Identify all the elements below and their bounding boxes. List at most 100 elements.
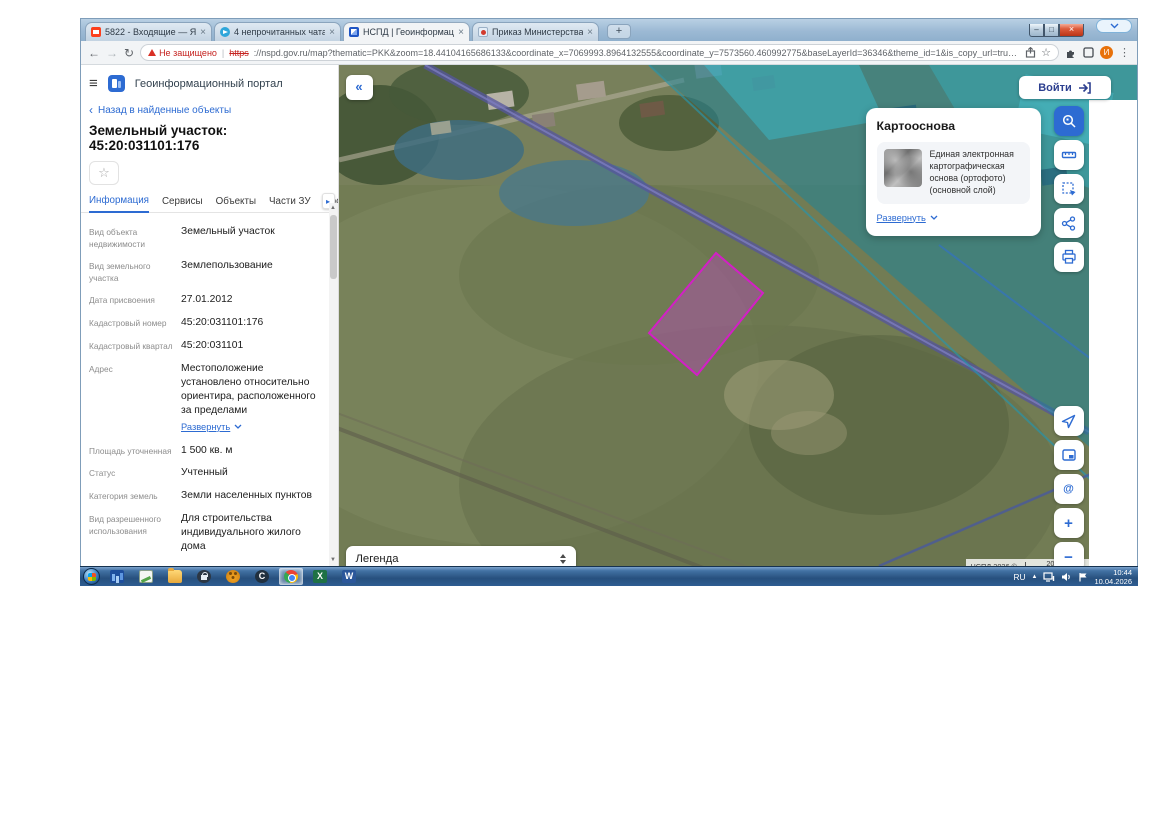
pond (499, 160, 649, 226)
share-icon[interactable] (1025, 47, 1036, 58)
field-row: СтатусУчтенный (89, 466, 324, 480)
extensions-puzzle-icon[interactable] (1065, 47, 1077, 59)
address-bar[interactable]: Не защищено | https ://nspd.gov.ru/map?t… (140, 44, 1059, 61)
taskbar-app-paw[interactable] (221, 568, 245, 585)
tab-objects[interactable]: Объекты (216, 196, 256, 212)
taskbar-excel[interactable]: X (308, 568, 332, 585)
yandex-mail-favicon (91, 27, 101, 37)
area-select-button[interactable] (1054, 174, 1084, 204)
at-sign-icon: @ (1063, 484, 1074, 495)
restore-button[interactable]: □ (1044, 24, 1059, 37)
clock-date: 10.04.2026 (1094, 577, 1132, 586)
scroll-down-icon[interactable]: ▼ (330, 557, 337, 564)
scrollbar-thumb[interactable] (330, 215, 337, 279)
taskbar-app-editor[interactable] (134, 568, 158, 585)
browser-titlebar[interactable]: 5822 - Входящие — Яндекс По × 4 непрочит… (81, 19, 1137, 41)
taskbar-clock[interactable]: 10:44 10.04.2026 (1094, 568, 1134, 586)
chevron-left-icon: ‹ (89, 104, 93, 116)
field-row: Дата присвоения27.01.2012 (89, 293, 324, 307)
collapse-sidebar-button[interactable]: « (346, 75, 373, 100)
locate-button[interactable] (1054, 406, 1084, 436)
print-button[interactable] (1054, 242, 1084, 272)
tab-title: 4 непрочитанных чата (234, 27, 325, 37)
browser-tab-prikaz[interactable]: Приказ Министерства строите × (472, 22, 599, 41)
security-warning[interactable]: Не защищено (148, 48, 217, 58)
window-controls: – □ × (1029, 24, 1084, 37)
forward-nav-icon[interactable]: → (106, 47, 118, 59)
share-map-button[interactable] (1054, 208, 1084, 238)
parcel-title: Земельный участок: 45:20:031101:176 (89, 123, 330, 153)
browser-toolbar: ← → ↻ Не защищено | https ://nspd.gov.ru… (81, 41, 1137, 65)
back-nav-icon[interactable]: ← (88, 47, 100, 59)
floating-chevron-button[interactable] (1096, 19, 1132, 33)
browser-tab-chats[interactable]: 4 непрочитанных чата × (214, 22, 341, 41)
chat-favicon (220, 27, 230, 37)
tab-services[interactable]: Сервисы (162, 196, 203, 212)
tab-close-icon[interactable]: × (458, 27, 464, 38)
minimize-button[interactable]: – (1029, 24, 1044, 37)
refresh-icon[interactable]: ↻ (124, 47, 134, 59)
sidebar-scrollbar[interactable]: ▲ ▼ (329, 203, 338, 566)
tab-information[interactable]: Информация (89, 195, 149, 213)
clock-time: 10:44 (1094, 568, 1132, 577)
expand-address-link[interactable]: Развернуть (181, 421, 242, 434)
folder-icon (168, 570, 182, 583)
scroll-up-icon[interactable]: ▲ (330, 205, 337, 212)
basemap-layer-item[interactable]: Единая электронная картографическая осно… (877, 142, 1030, 204)
start-button[interactable] (83, 568, 100, 585)
tab-parcel-parts[interactable]: Части ЗУ (269, 196, 311, 212)
basemap-panel: Картооснова Единая электронная картограф… (866, 108, 1041, 236)
field-row: Кадастровый квартал45:20:031101 (89, 339, 324, 353)
expand-basemap-link[interactable]: Развернуть (877, 213, 938, 223)
zoom-in-button[interactable]: + (1054, 508, 1084, 538)
taskbar-app-lock[interactable] (192, 568, 216, 585)
back-to-results-link[interactable]: ‹ Назад в найденные объекты (89, 104, 330, 116)
legend-expand-icon (560, 554, 566, 564)
network-icon[interactable] (1043, 572, 1055, 582)
browser-tab-yandex-mail[interactable]: 5822 - Входящие — Яндекс По × (85, 22, 212, 41)
tab-close-icon[interactable]: × (587, 27, 593, 38)
profile-avatar[interactable]: И (1100, 46, 1113, 59)
language-indicator[interactable]: RU (1014, 572, 1026, 582)
tab-close-icon[interactable]: × (200, 27, 206, 38)
map-viewport[interactable]: « Войти Картооснова Единая электронная к… (339, 65, 1137, 566)
taskbar-explorer[interactable] (163, 568, 187, 585)
flag-icon[interactable] (1078, 572, 1088, 582)
map-right-gutter (1089, 100, 1137, 566)
login-button[interactable]: Войти (1019, 76, 1111, 99)
minimap-button[interactable] (1054, 440, 1084, 470)
taskbar-word[interactable]: W (337, 568, 361, 585)
field-row: Категория земельЗемли населенных пунктов (89, 489, 324, 503)
panel-tabs: Информация Сервисы Объекты Части ЗУ Сост… (81, 192, 338, 213)
object-info-panel: ≡ Геоинформационный портал ‹ Назад в най… (81, 65, 339, 566)
legend-toggle[interactable]: Легенда (346, 546, 576, 566)
speaker-icon[interactable] (1061, 572, 1072, 582)
taskbar-app-chart[interactable] (105, 568, 129, 585)
browser-tab-nspd-active[interactable]: НСПД | Геоинформационный п × (343, 22, 470, 41)
taskbar-chrome-active[interactable] (279, 568, 303, 585)
doc-favicon (478, 27, 488, 37)
tab-title: НСПД | Геоинформационный п (363, 27, 454, 37)
tray-expand-icon[interactable]: ▲ (1032, 574, 1038, 580)
field-row: Вид разрешенного использованияДля строит… (89, 512, 324, 554)
new-tab-button[interactable]: + (607, 24, 631, 39)
browser-window: 5822 - Входящие — Яндекс По × 4 непрочит… (80, 18, 1138, 566)
basemap-thumbnail (884, 149, 922, 187)
measure-button[interactable] (1054, 140, 1084, 170)
zoom-out-button[interactable]: − (1054, 542, 1084, 566)
search-address-button[interactable]: @ (1054, 474, 1084, 504)
area-select-icon (1061, 181, 1077, 197)
taskbar-app-c[interactable]: C (250, 568, 274, 585)
login-exit-icon (1078, 82, 1091, 94)
object-search-button[interactable] (1054, 106, 1084, 136)
favorite-star-button[interactable]: ☆ (89, 161, 119, 185)
nspd-favicon (349, 27, 359, 37)
hamburger-menu-icon[interactable]: ≡ (89, 76, 98, 91)
close-button[interactable]: × (1059, 24, 1084, 37)
bookmark-star-icon[interactable]: ☆ (1041, 46, 1051, 59)
browser-menu-icon[interactable]: ⋮ (1119, 46, 1130, 59)
tab-close-icon[interactable]: × (329, 27, 335, 38)
warning-triangle-icon (148, 49, 156, 56)
portal-logo-icon (108, 75, 125, 92)
reading-list-icon[interactable] (1083, 47, 1094, 58)
